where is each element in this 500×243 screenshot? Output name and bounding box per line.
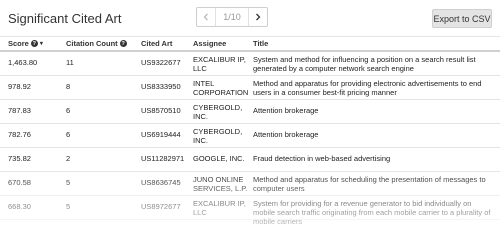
- cited-art-cell: US6919444: [141, 130, 181, 139]
- column-title[interactable]: Title: [253, 39, 495, 48]
- help-icon[interactable]: ?: [30, 40, 38, 47]
- title-cell: Attention brokerage: [253, 130, 319, 139]
- table-row[interactable]: 787.83 6 US8570510 CYBERGOLD, INC. Atten…: [0, 100, 500, 124]
- count-cell: 11: [66, 58, 74, 67]
- assignee-cell: CYBERGOLD, INC.: [193, 103, 243, 121]
- score-cell: 782.76: [8, 130, 31, 139]
- count-cell: 2: [66, 154, 71, 163]
- assignee-cell: JUNO ONLINE SERVICES, L.P.: [193, 175, 248, 193]
- cited-art-cell: US8333950: [141, 82, 181, 91]
- assignee-cell: INTEL CORPORATION: [193, 79, 249, 97]
- assignee-cell: GOOGLE, INC.: [193, 154, 245, 163]
- cited-art-cell: US8570510: [141, 106, 181, 115]
- score-cell: 1,463.80: [8, 58, 38, 67]
- header-bar: Significant Cited Art 1/10 Export to CSV: [0, 0, 500, 37]
- cited-art-cell: US9322677: [141, 58, 181, 67]
- title-cell: System for providing for a revenue gener…: [253, 199, 491, 226]
- chevron-left-icon: [202, 8, 210, 26]
- assignee-cell: CYBERGOLD, INC.: [193, 127, 243, 145]
- title-cell: System and method for influencing a posi…: [253, 55, 476, 73]
- column-citation-count[interactable]: Citation Count ?: [66, 39, 127, 48]
- sort-desc-icon: ▾: [39, 41, 43, 47]
- page-count: 1/10: [223, 12, 241, 22]
- table-row[interactable]: 782.76 6 US6919444 CYBERGOLD, INC. Atten…: [0, 124, 500, 148]
- table-header: Score ? ▾ Citation Count ? Cited Art Ass…: [0, 37, 500, 52]
- pager: 1/10: [196, 7, 268, 27]
- count-cell: 8: [66, 82, 71, 91]
- cited-art-table: Score ? ▾ Citation Count ? Cited Art Ass…: [0, 37, 500, 226]
- table-row[interactable]: 1,463.80 11 US9322677 EXCALIBUR IP, LLC …: [0, 52, 500, 76]
- title-cell: Method and apparatus for providing elect…: [253, 79, 482, 97]
- assignee-cell: EXCALIBUR IP, LLC: [193, 55, 246, 73]
- column-assignee[interactable]: Assignee: [193, 39, 251, 48]
- table-row[interactable]: 978.92 8 US8333950 INTEL CORPORATION Met…: [0, 76, 500, 100]
- count-cell: 6: [66, 106, 71, 115]
- export-csv-button[interactable]: Export to CSV: [432, 9, 492, 28]
- chevron-right-icon: [254, 8, 262, 26]
- table-row[interactable]: 735.82 2 US11282971 GOOGLE, INC. Fraud d…: [0, 148, 500, 172]
- page-title: Significant Cited Art: [8, 11, 122, 26]
- count-cell: 5: [66, 178, 71, 187]
- title-cell: Method and apparatus for scheduling the …: [253, 175, 486, 193]
- column-score[interactable]: Score ? ▾: [8, 39, 43, 48]
- title-cell: Fraud detection in web-based advertising: [253, 154, 391, 163]
- count-cell: 5: [66, 202, 71, 211]
- score-cell: 978.92: [8, 82, 31, 91]
- help-icon[interactable]: ?: [119, 40, 127, 47]
- score-cell: 787.83: [8, 106, 31, 115]
- count-cell: 6: [66, 130, 71, 139]
- column-cited-art[interactable]: Cited Art: [141, 39, 172, 48]
- score-cell: 735.82: [8, 154, 31, 163]
- next-page-button[interactable]: [248, 8, 267, 26]
- cited-art-cell: US8636745: [141, 178, 181, 187]
- cited-art-cell: US8972677: [141, 202, 181, 211]
- score-cell: 668.30: [8, 202, 31, 211]
- table-row[interactable]: 668.30 5 US8972677 EXCALIBUR IP, LLC Sys…: [0, 196, 500, 226]
- cited-art-cell: US11282971: [141, 154, 185, 163]
- prev-page-button[interactable]: [197, 8, 216, 26]
- title-cell: Attention brokerage: [253, 106, 319, 115]
- table-row[interactable]: 670.58 5 US8636745 JUNO ONLINE SERVICES,…: [0, 172, 500, 196]
- assignee-cell: EXCALIBUR IP, LLC: [193, 199, 246, 217]
- score-cell: 670.58: [8, 178, 31, 187]
